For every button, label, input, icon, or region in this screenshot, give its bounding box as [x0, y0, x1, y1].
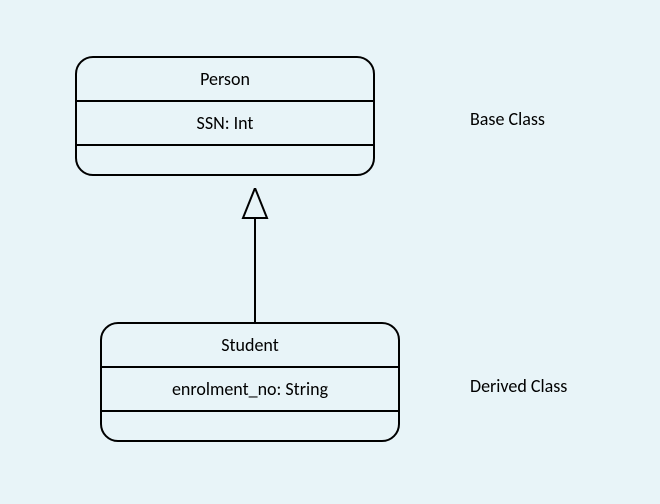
base-class-attribute: SSN: Int	[197, 112, 254, 134]
derived-class-attribute: enrolment_no: String	[172, 378, 328, 400]
derived-class-box: Student enrolment_no: String	[100, 322, 400, 442]
class-name-row: Student	[102, 324, 398, 368]
class-methods-row	[102, 412, 398, 440]
class-methods-row	[77, 146, 373, 174]
base-class-label: Base Class	[470, 108, 545, 130]
class-name-row: Person	[77, 58, 373, 102]
base-class-name: Person	[200, 68, 250, 90]
inheritance-arrow-icon	[240, 188, 270, 323]
derived-class-name: Student	[221, 334, 279, 356]
class-attribute-row: enrolment_no: String	[102, 368, 398, 412]
base-class-box: Person SSN: Int	[75, 56, 375, 176]
class-attribute-row: SSN: Int	[77, 102, 373, 146]
derived-class-label: Derived Class	[470, 375, 567, 397]
